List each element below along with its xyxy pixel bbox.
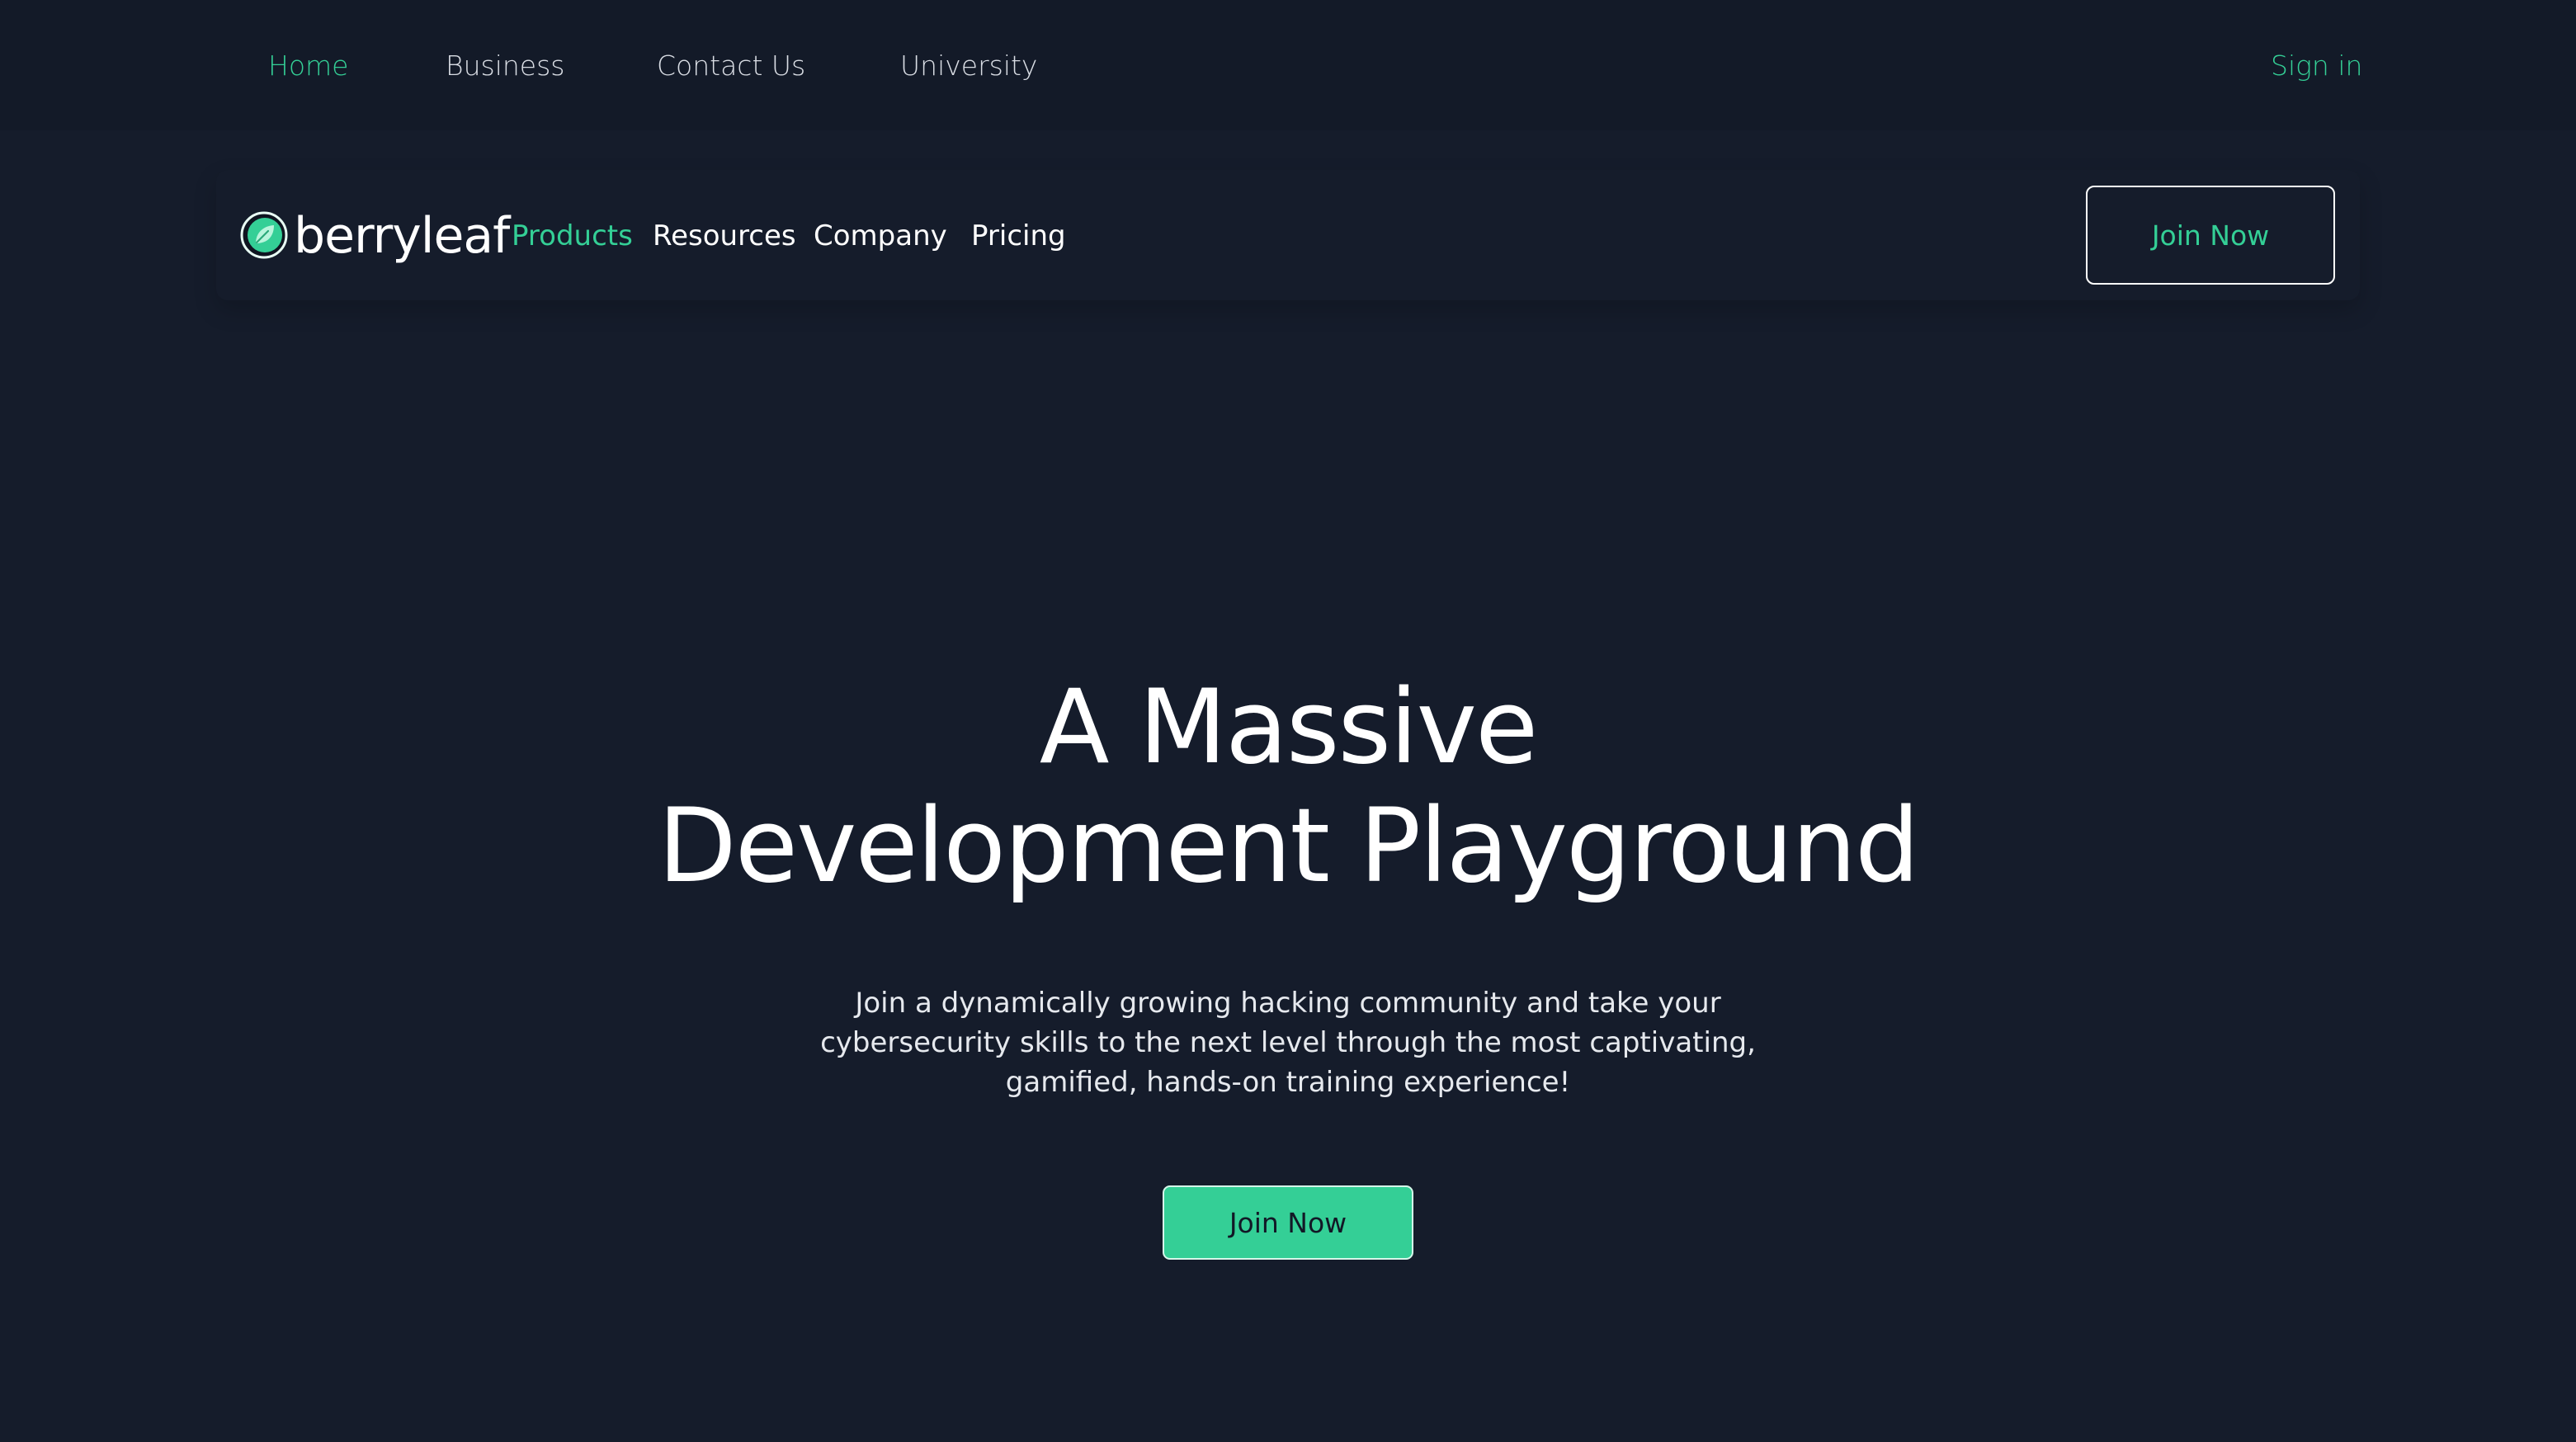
nav-resources[interactable]: Resources [653, 195, 796, 277]
leaf-icon[interactable] [239, 210, 289, 260]
top-nav-home[interactable]: Home [268, 0, 348, 130]
hero-subtitle-line-2: cybersecurity skills to the next level t… [820, 1026, 1756, 1059]
hero-subtitle: Join a dynamically growing hacking commu… [793, 983, 1783, 1102]
hero-join-now-button[interactable]: Join Now [1163, 1185, 1413, 1260]
hero-title-line-2: Development Playground [658, 787, 1920, 906]
hero-title: A Massive Development Playground [0, 668, 2576, 906]
hero-title-line-1: A Massive [1039, 668, 1539, 787]
nav-products[interactable]: Products [512, 195, 633, 277]
hero-subtitle-line-3: gamified, hands-on training experience! [1005, 1066, 1571, 1099]
top-nav-university[interactable]: University [900, 0, 1037, 130]
top-nav-business[interactable]: Business [446, 0, 565, 130]
header-join-now-button[interactable]: Join Now [2086, 186, 2335, 285]
nav-company[interactable]: Company [814, 195, 947, 277]
top-nav-contact-us[interactable]: Contact Us [657, 0, 805, 130]
sign-in-link[interactable]: Sign in [2271, 0, 2362, 130]
hero-subtitle-line-1: Join a dynamically growing hacking commu… [855, 987, 1721, 1020]
brand-name[interactable]: berryleaf [294, 195, 510, 277]
nav-pricing[interactable]: Pricing [971, 195, 1066, 277]
top-bar [0, 0, 2576, 130]
